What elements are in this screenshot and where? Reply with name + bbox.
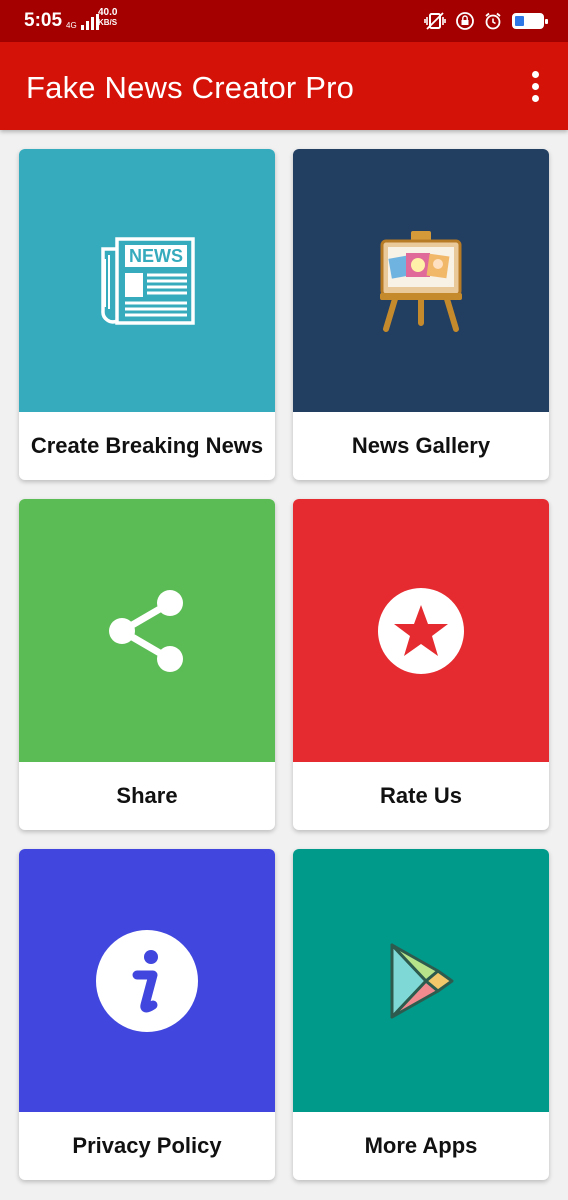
signal-indicator: 4G	[66, 14, 99, 30]
tile-label: Create Breaking News	[30, 433, 264, 458]
status-icons	[424, 12, 548, 30]
overflow-menu-icon[interactable]	[518, 66, 552, 106]
tile-label: Share	[116, 783, 178, 808]
alarm-icon	[485, 12, 501, 30]
tile-label: Privacy Policy	[72, 1133, 222, 1158]
network-speed: 40.0 KB/S	[98, 7, 118, 28]
privacy-policy-button[interactable]: Privacy Policy	[19, 849, 275, 1180]
info-icon	[96, 929, 198, 1032]
tile-background	[293, 149, 549, 412]
star-icon	[378, 587, 464, 674]
news-gallery-button[interactable]: News Gallery	[293, 149, 549, 480]
app-bar: Fake News Creator Pro	[0, 42, 568, 130]
app-title: Fake News Creator Pro	[26, 70, 355, 105]
tile-label: Rate Us	[380, 783, 462, 808]
status-bar: 5:05 4G 40.0 KB/S	[0, 0, 568, 42]
tile-background	[293, 849, 549, 1112]
share-icon	[109, 589, 183, 672]
vibrate-icon	[424, 12, 446, 30]
battery-icon	[512, 13, 548, 29]
more-apps-button[interactable]: More Apps	[293, 849, 549, 1180]
gallery-easel-icon	[380, 230, 462, 332]
rate-us-button[interactable]: Rate Us	[293, 499, 549, 830]
play-store-icon	[390, 943, 454, 1018]
tile-label: More Apps	[364, 1133, 478, 1158]
tile-background	[293, 499, 549, 762]
svg-text:NEWS: NEWS	[129, 246, 183, 266]
share-button[interactable]: Share	[19, 499, 275, 830]
status-time: 5:05	[24, 10, 63, 31]
network-type: 4G	[66, 21, 77, 30]
network-speed-unit: KB/S	[98, 18, 118, 27]
create-breaking-news-button[interactable]: NEWS Create Breaking News	[19, 149, 275, 480]
tile-background	[19, 849, 275, 1112]
newspaper-icon: NEWS	[101, 236, 195, 325]
tile-background: NEWS	[19, 149, 275, 412]
signal-bars-icon	[80, 14, 99, 30]
tile-label: News Gallery	[351, 433, 491, 458]
network-speed-value: 40.0	[98, 7, 118, 18]
lock-icon	[456, 12, 474, 30]
tile-background	[19, 499, 275, 762]
